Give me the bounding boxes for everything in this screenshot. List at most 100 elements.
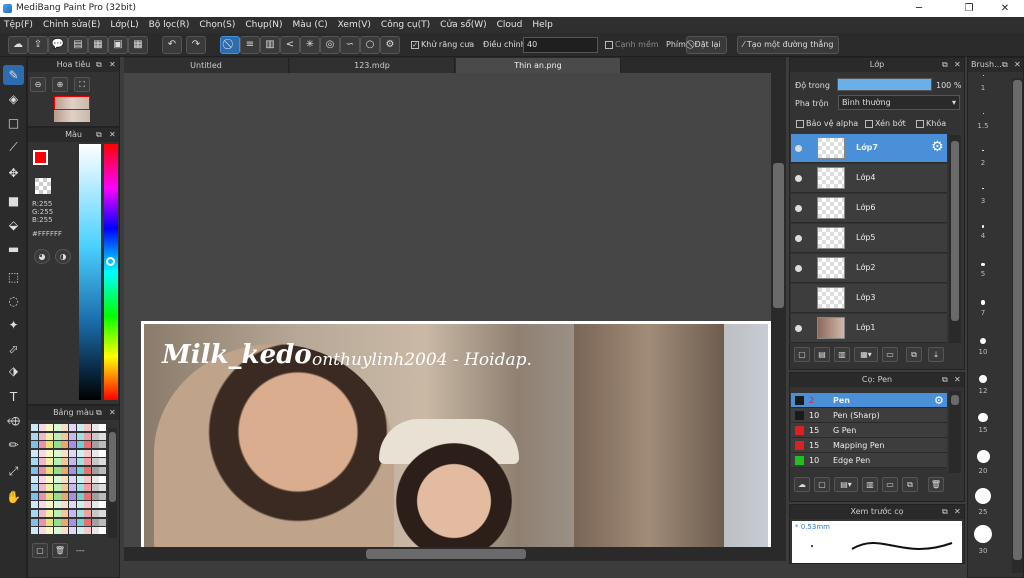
color-swatch[interactable] <box>53 475 61 483</box>
color-swatch[interactable] <box>91 475 99 483</box>
color-swatch[interactable] <box>53 467 61 474</box>
brush-scrollbar[interactable] <box>949 391 961 473</box>
edge-checkbox[interactable]: Cạnh mềm <box>605 40 659 49</box>
color-swatch[interactable] <box>31 484 38 492</box>
new-palette-icon[interactable]: ▢ <box>32 543 48 558</box>
color-swatch[interactable] <box>76 449 84 457</box>
color-swatch[interactable] <box>99 458 107 466</box>
brush-duplicate-icon[interactable]: ⧉ <box>902 477 918 492</box>
color-swatch[interactable] <box>69 467 76 474</box>
color-swatch[interactable] <box>46 475 54 483</box>
color-swatch[interactable] <box>91 449 99 457</box>
color-swatch[interactable] <box>91 492 99 500</box>
menu-item-2[interactable]: Lớp(L) <box>110 20 138 30</box>
share-icon[interactable]: ⇪ <box>28 36 48 54</box>
color-swatch[interactable] <box>46 424 54 431</box>
color-swatch[interactable] <box>61 424 69 431</box>
color-swatch[interactable] <box>61 458 69 466</box>
menu-item-7[interactable]: Xem(V) <box>338 20 371 30</box>
color-swatch[interactable] <box>53 432 61 440</box>
color-swatch[interactable] <box>91 510 99 517</box>
brush-size-option[interactable]: 15 <box>969 412 997 434</box>
curve-snap-icon[interactable]: ∽ <box>340 36 360 54</box>
color-swatch[interactable] <box>76 475 84 483</box>
color-swatch[interactable] <box>76 518 84 526</box>
color-swatch[interactable] <box>69 475 76 483</box>
merge-down-icon[interactable]: ⤓ <box>928 347 944 362</box>
minimize-button[interactable]: ─ <box>904 0 934 17</box>
brush-size-scrollbar[interactable] <box>1012 78 1023 573</box>
close-icon[interactable]: ✕ <box>109 128 116 142</box>
gear-icon[interactable]: ⚙ <box>934 393 944 408</box>
hand-tool-icon[interactable]: ✋ <box>3 487 24 507</box>
color-swatch[interactable] <box>69 510 76 517</box>
color-swatch[interactable] <box>46 441 54 449</box>
parallel-snap-icon[interactable]: ≡ <box>240 36 260 54</box>
color-swatch[interactable] <box>76 432 84 440</box>
new-layer-icon[interactable]: ▢ <box>794 347 810 362</box>
fit-icon[interactable]: ⛶ <box>74 77 90 92</box>
swatch-scrollbar[interactable] <box>108 428 117 538</box>
brush-size-option[interactable]: 1 <box>969 75 997 92</box>
canvas-horizontal-scrollbar[interactable] <box>124 547 786 561</box>
menu-item-9[interactable]: Cửa sổ(W) <box>440 20 486 30</box>
color-swatch[interactable] <box>99 467 107 474</box>
eraser-tool-icon[interactable]: ◈ <box>3 89 24 109</box>
color-swatch[interactable] <box>99 449 107 457</box>
color-swatch[interactable] <box>69 484 76 492</box>
transparent-swatch[interactable] <box>35 178 51 194</box>
lasso-tool-icon[interactable]: ◌ <box>3 291 24 311</box>
protect-alpha-checkbox[interactable]: Bảo vệ alpha <box>796 119 858 128</box>
color-swatch[interactable] <box>61 484 69 492</box>
color-swatch[interactable] <box>38 518 46 526</box>
color-swatch[interactable] <box>69 527 76 535</box>
blur-tool-icon[interactable]: ⟋ <box>3 137 24 157</box>
brush-size-option[interactable]: 1.5 <box>969 112 997 130</box>
color-swatch[interactable] <box>76 510 84 517</box>
redo-button[interactable]: ↷ <box>186 36 206 54</box>
menu-item-4[interactable]: Chọn(S) <box>199 20 235 30</box>
color-swatch[interactable] <box>61 449 69 457</box>
color-swatch[interactable] <box>38 510 46 517</box>
zoom-in-icon[interactable]: ⊕ <box>52 77 68 92</box>
viewport-frame[interactable] <box>54 96 90 110</box>
brush-row[interactable]: 15 G Pen <box>791 423 947 438</box>
color-swatch[interactable] <box>99 475 107 483</box>
color-swatch[interactable] <box>69 432 76 440</box>
color-swatch[interactable] <box>53 527 61 535</box>
popout-icon[interactable]: ⧉ <box>942 373 948 387</box>
color-swatch[interactable] <box>76 492 84 500</box>
color-swatch[interactable] <box>31 475 38 483</box>
move-tool-icon[interactable]: ✥ <box>3 163 24 183</box>
color-swatch[interactable] <box>69 501 76 509</box>
popout-icon[interactable]: ⧉ <box>96 58 102 72</box>
color-swatch[interactable] <box>53 441 61 449</box>
color-swatch[interactable] <box>31 432 38 440</box>
color-swatch[interactable] <box>31 467 38 474</box>
vanish-snap-icon[interactable]: < <box>280 36 300 54</box>
color-swatch[interactable] <box>69 424 76 431</box>
color-swatch[interactable] <box>84 424 92 431</box>
brush-row[interactable]: 15 Mapping Pen <box>791 438 947 453</box>
color-mix-icon[interactable]: ◑ <box>55 249 71 264</box>
brush-size-option[interactable]: 30 <box>969 525 997 555</box>
brush-size-option[interactable]: 10 <box>969 337 997 356</box>
select-eraser-tool-icon[interactable]: ⬗ <box>3 361 24 381</box>
brush-size-option[interactable]: 3 <box>969 187 997 205</box>
color-swatch[interactable] <box>76 527 84 535</box>
color-swatch[interactable] <box>99 484 107 492</box>
visibility-icon[interactable] <box>795 265 802 272</box>
color-swatch[interactable] <box>38 449 46 457</box>
color-swatch[interactable] <box>53 458 61 466</box>
color-swatch[interactable] <box>53 492 61 500</box>
color-swatch[interactable] <box>53 501 61 509</box>
magic-wand-tool-icon[interactable]: ✦ <box>3 315 24 335</box>
color-swatch[interactable] <box>38 432 46 440</box>
color-swatch[interactable] <box>46 518 54 526</box>
dot-tool-icon[interactable]: □ <box>3 113 24 133</box>
cross-snap-icon[interactable]: ▥ <box>260 36 280 54</box>
color-swatch[interactable] <box>38 424 46 431</box>
fill-shape-tool-icon[interactable]: ■ <box>3 191 24 211</box>
color-swatch[interactable] <box>46 527 54 535</box>
color-swatch[interactable] <box>31 510 38 517</box>
